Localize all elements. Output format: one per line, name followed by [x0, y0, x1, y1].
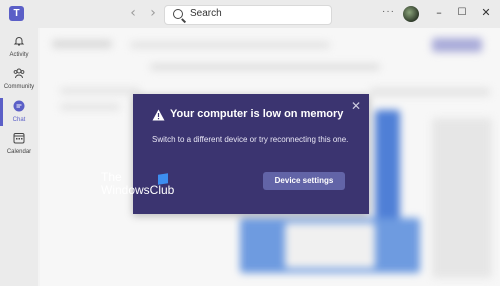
search-input[interactable]: Search [164, 5, 332, 25]
watermark-logo-icon [158, 173, 168, 185]
title-bar: T ‹ › Search ··· – ☐ ✕ [0, 0, 500, 28]
watermark-line2: WindowsClub [101, 183, 175, 197]
chat-icon [13, 100, 25, 112]
device-settings-button[interactable]: Device settings [263, 172, 345, 190]
left-rail: Activity Community Chat Calendar [0, 28, 38, 286]
community-icon [13, 68, 25, 79]
rail-item-activity[interactable]: Activity [0, 33, 38, 69]
back-arrow-icon[interactable]: ‹ [126, 5, 140, 21]
close-window-button[interactable]: ✕ [479, 6, 493, 20]
avatar[interactable] [403, 6, 419, 22]
warning-icon [152, 109, 165, 121]
teams-logo-icon: T [9, 6, 24, 21]
rail-label: Calendar [6, 149, 32, 155]
maximize-button[interactable]: ☐ [455, 6, 469, 20]
dialog-title: Your computer is low on memory [170, 108, 344, 120]
rail-item-community[interactable]: Community [0, 65, 38, 101]
rail-label: Community [3, 84, 35, 90]
rail-item-calendar[interactable]: Calendar [0, 130, 38, 166]
close-icon[interactable]: ✕ [349, 99, 363, 113]
more-options-icon[interactable]: ··· [382, 6, 395, 17]
search-placeholder: Search [190, 8, 222, 19]
rail-label: Activity [9, 52, 29, 58]
watermark-line1: The [101, 170, 122, 184]
rail-item-chat[interactable]: Chat [0, 98, 38, 134]
minimize-button[interactable]: – [432, 6, 446, 20]
search-icon [173, 9, 183, 19]
dialog-message: Switch to a different device or try reco… [152, 135, 349, 144]
forward-arrow-icon[interactable]: › [146, 5, 160, 21]
calendar-icon [13, 133, 25, 144]
bell-icon [13, 37, 25, 46]
rail-label: Chat [12, 117, 26, 123]
